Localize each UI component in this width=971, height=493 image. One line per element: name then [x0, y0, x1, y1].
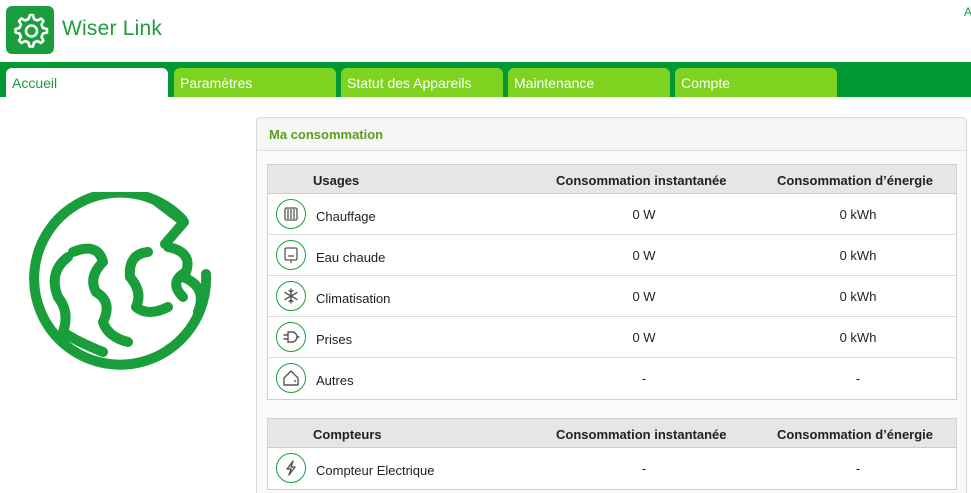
- usage-label: Prises: [316, 332, 353, 347]
- header: Wiser Link A: [0, 0, 971, 62]
- instant-value: 0 W: [632, 207, 656, 222]
- tab-accueil[interactable]: Accueil: [6, 68, 168, 97]
- snowflake-icon: [276, 281, 306, 311]
- app-title: Wiser Link: [62, 17, 163, 40]
- tab-maintenance[interactable]: Maintenance: [508, 68, 670, 97]
- instant-value: 0 W: [632, 248, 656, 263]
- usage-label: Chauffage: [316, 209, 376, 224]
- usage-label: Autres: [316, 373, 354, 388]
- meter-label: Compteur Electrique: [316, 463, 435, 478]
- eco-globe-illustration: [29, 192, 212, 370]
- table-row: Climatisation 0 W 0 kWh: [268, 276, 956, 317]
- energy-value: 0 kWh: [839, 330, 877, 345]
- table-row: Autres - -: [268, 358, 956, 399]
- panel-title: Ma consommation: [257, 118, 966, 151]
- language-link[interactable]: A: [964, 5, 971, 19]
- table-header: Usages Consommation instantanée Consomma…: [268, 165, 956, 194]
- column-header-usages: Usages: [313, 173, 360, 188]
- compteurs-table: Compteurs Consommation instantanée Conso…: [267, 418, 957, 490]
- usages-table: Usages Consommation instantanée Consomma…: [267, 164, 957, 400]
- energy-value: 0 kWh: [839, 289, 877, 304]
- table-row: Chauffage 0 W 0 kWh: [268, 194, 956, 235]
- table-row: Eau chaude 0 W 0 kWh: [268, 235, 956, 276]
- column-header-energy: Consommation d’énergie: [777, 427, 934, 442]
- instant-value: -: [641, 461, 647, 476]
- table-header: Compteurs Consommation instantanée Conso…: [268, 419, 956, 448]
- table-row: Prises 0 W 0 kWh: [268, 317, 956, 358]
- main-navigation: Accueil Paramètres Statut des Appareils …: [0, 62, 971, 97]
- column-header-energy: Consommation d’énergie: [777, 173, 934, 188]
- instant-value: 0 W: [632, 330, 656, 345]
- app-root: Wiser Link A Accueil Paramètres Statut d…: [0, 0, 971, 493]
- gear-icon: [14, 13, 49, 48]
- plug-icon: [276, 322, 306, 352]
- tab-statut-des-appareils[interactable]: Statut des Appareils: [341, 68, 503, 97]
- water-heater-icon: [276, 240, 306, 270]
- column-header-instant: Consommation instantanée: [556, 173, 727, 188]
- usage-label: Eau chaude: [316, 250, 386, 265]
- radiator-icon: [276, 199, 306, 229]
- consumption-panel: Ma consommation Usages Consommation inst…: [256, 117, 967, 493]
- energy-value: -: [855, 461, 861, 476]
- energy-value: 0 kWh: [839, 248, 877, 263]
- table-row: Compteur Electrique - -: [268, 448, 956, 489]
- app-logo: [6, 6, 54, 54]
- tab-compte[interactable]: Compte: [675, 68, 837, 97]
- instant-value: 0 W: [632, 289, 656, 304]
- instant-value: -: [641, 371, 647, 386]
- tab-parametres[interactable]: Paramètres: [174, 68, 336, 97]
- energy-value: 0 kWh: [839, 207, 877, 222]
- house-icon: [276, 363, 306, 393]
- usage-label: Climatisation: [316, 291, 391, 306]
- column-header-instant: Consommation instantanée: [556, 427, 727, 442]
- column-header-compteurs: Compteurs: [313, 427, 382, 442]
- energy-value: -: [855, 371, 861, 386]
- lightning-icon: [276, 453, 306, 483]
